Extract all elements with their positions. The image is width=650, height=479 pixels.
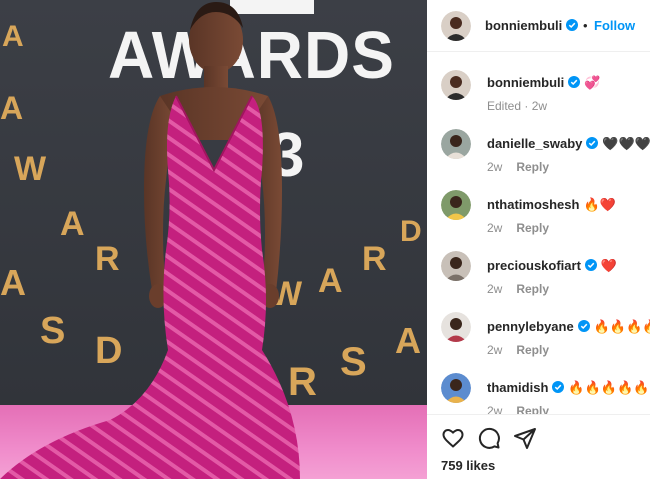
commenter-avatar[interactable] xyxy=(441,373,471,403)
comment-item: preciouskofiart ❤️ 2w Reply xyxy=(427,243,650,303)
verified-badge-icon xyxy=(586,137,599,149)
comment-item: danielle_swaby 🖤🖤🖤go 2w Reply xyxy=(427,121,650,181)
comment-age: 2w xyxy=(487,343,503,357)
reply-button[interactable]: Reply xyxy=(516,221,549,235)
comment-icon[interactable] xyxy=(477,426,501,450)
verified-badge-icon xyxy=(568,76,581,88)
caption-username[interactable]: bonniembuli xyxy=(487,75,564,90)
comment-body: 🔥🔥🔥🔥 xyxy=(593,319,650,334)
comment-age: 2w xyxy=(487,404,503,414)
comment-body: 🔥❤️ xyxy=(583,197,616,212)
follow-button[interactable]: Follow xyxy=(594,18,635,33)
commenter-avatar[interactable] xyxy=(441,312,471,342)
reply-button[interactable]: Reply xyxy=(516,160,549,174)
reply-button[interactable]: Reply xyxy=(516,343,549,357)
share-icon[interactable] xyxy=(513,426,537,450)
comment-meta: 2w Reply xyxy=(487,404,549,414)
caption-item: bonniembuli 💞 Edited · 2w xyxy=(427,60,650,120)
likes-count[interactable]: 759 likes xyxy=(441,458,495,473)
post-header: bonniembuli • Follow xyxy=(427,0,650,52)
comment-meta: 2w Reply xyxy=(487,221,549,235)
heart-icon[interactable] xyxy=(441,426,465,450)
comment-username[interactable]: thamidish xyxy=(487,380,548,395)
comment-age: 2w xyxy=(487,282,503,296)
comment-item: nthatimoshesh 🔥❤️ 2w Reply xyxy=(427,182,650,242)
header-separator: • xyxy=(583,18,588,33)
comment-text: thamidish 🔥🔥🔥🔥🔥 xyxy=(487,380,649,396)
verified-badge-icon xyxy=(566,19,579,31)
author-avatar[interactable] xyxy=(441,11,471,41)
comment-body: ❤️ xyxy=(600,258,618,273)
post-photo[interactable]: AWARDS 3 A A W A R A S D W A R D S A R xyxy=(0,0,427,479)
comment-item: thamidish 🔥🔥🔥🔥🔥 2w Reply xyxy=(427,365,650,414)
comment-text: pennylebyane 🔥🔥🔥🔥 xyxy=(487,319,650,335)
verified-badge-icon xyxy=(577,320,590,332)
comment-username[interactable]: danielle_swaby xyxy=(487,136,582,151)
comment-username[interactable]: preciouskofiart xyxy=(487,258,581,273)
comment-body: 🖤🖤🖤go xyxy=(602,136,650,151)
comment-meta: 2w Reply xyxy=(487,282,549,296)
commenter-avatar[interactable] xyxy=(441,251,471,281)
comment-text: preciouskofiart ❤️ xyxy=(487,258,617,274)
commenter-avatar[interactable] xyxy=(441,129,471,159)
author-username-row[interactable]: bonniembuli xyxy=(485,18,579,33)
comment-meta: 2w Reply xyxy=(487,343,549,357)
verified-badge-icon xyxy=(552,381,565,393)
comment-username[interactable]: nthatimoshesh xyxy=(487,197,579,212)
commenter-avatar[interactable] xyxy=(441,190,471,220)
actions-divider xyxy=(427,414,650,415)
caption-body: 💞 xyxy=(584,75,601,90)
caption-meta: Edited · 2w xyxy=(487,99,548,113)
author-username[interactable]: bonniembuli xyxy=(485,18,562,33)
post-sidebar: bonniembuli • Follow bonniembuli 💞 Edited… xyxy=(427,0,650,479)
comment-text: danielle_swaby 🖤🖤🖤go xyxy=(487,136,650,152)
comment-item: pennylebyane 🔥🔥🔥🔥 2w Reply xyxy=(427,304,650,364)
comment-username[interactable]: pennylebyane xyxy=(487,319,574,334)
reply-button[interactable]: Reply xyxy=(516,404,549,414)
comment-meta: 2w Reply xyxy=(487,160,549,174)
comments-list[interactable]: bonniembuli 💞 Edited · 2w danielle_swaby 🖤… xyxy=(427,52,650,414)
comment-text: nthatimoshesh 🔥❤️ xyxy=(487,197,616,213)
person-figure xyxy=(0,2,300,479)
verified-badge-icon xyxy=(584,259,597,271)
caption-avatar[interactable] xyxy=(441,70,471,100)
caption-text: bonniembuli 💞 xyxy=(487,75,600,91)
comment-age: 2w xyxy=(487,160,503,174)
comment-age: 2w xyxy=(487,221,503,235)
reply-button[interactable]: Reply xyxy=(516,282,549,296)
comment-body: 🔥🔥🔥🔥🔥 xyxy=(568,380,650,395)
